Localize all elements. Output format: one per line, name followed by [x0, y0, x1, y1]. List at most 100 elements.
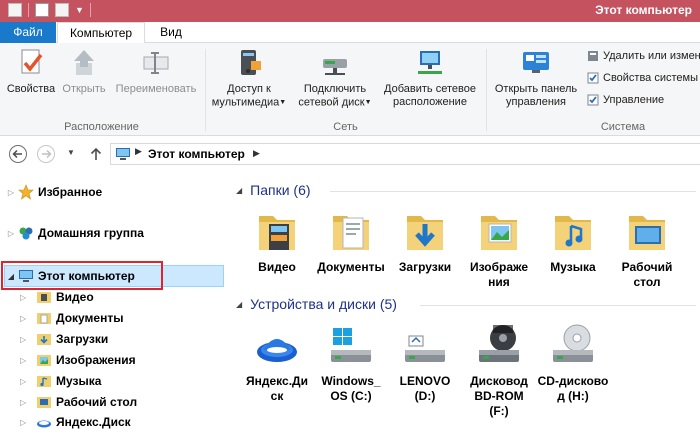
uninstall-label: Удалить или измен	[603, 50, 700, 62]
device-drive-d-label-line2: (D:)	[414, 389, 436, 403]
up-button-icon[interactable]	[86, 144, 106, 164]
group-network-label: Сеть	[333, 121, 358, 133]
device-drive-c[interactable]: Windows_ OS (C:)	[314, 322, 388, 404]
desktop-folder-icon	[37, 397, 51, 408]
title-bar: ▼ Этот компьютер	[0, 0, 700, 22]
nav-item-homegroup[interactable]: ▷ Домашняя группа	[6, 225, 144, 241]
music-folder-icon	[37, 376, 51, 387]
video-folder-icon	[259, 216, 295, 250]
ribbon-divider	[205, 49, 206, 131]
device-bd-rom[interactable]: Дисковод BD-ROM (F:)	[462, 322, 536, 419]
toolbar-divider	[28, 3, 29, 17]
nav-item-documents[interactable]: ▷ Документы	[20, 311, 123, 325]
device-cd-drive[interactable]: CD-дисково д (H:)	[536, 322, 610, 404]
nav-item-desktop[interactable]: ▷ Рабочий стол	[20, 395, 137, 409]
rename-button[interactable]: Переименовать	[112, 47, 200, 96]
expand-icon[interactable]: ▷	[20, 356, 30, 365]
video-folder-icon	[37, 292, 51, 303]
device-drive-d-label: LENOVO	[399, 374, 451, 388]
folder-documents[interactable]: Документы	[314, 208, 388, 275]
folder-downloads-label: Загрузки	[398, 260, 452, 274]
devices-section-header[interactable]: ◢ Устройства и диски (5)	[236, 296, 397, 312]
manage-button[interactable]: Управление	[587, 94, 664, 106]
folders-section-header[interactable]: ◢ Папки (6)	[236, 182, 311, 198]
manage-label: Управление	[603, 94, 665, 106]
breadcrumb-chevron-icon[interactable]: ▶	[253, 148, 260, 159]
device-bd-rom-label: Дисковод	[470, 374, 528, 388]
hard-drive-icon	[405, 335, 445, 362]
folder-downloads[interactable]: Загрузки	[388, 208, 462, 275]
breadcrumb-this-pc[interactable]: Этот компьютер	[148, 147, 245, 161]
expand-icon[interactable]: ▷	[6, 229, 16, 238]
expand-icon[interactable]: ▷	[20, 418, 30, 427]
control-panel-button[interactable]: Открыть панель управления	[488, 47, 584, 109]
forward-button-icon[interactable]	[36, 144, 56, 164]
media-label-line2: мультимедиа	[211, 96, 280, 109]
back-button-icon[interactable]	[8, 144, 28, 164]
control-panel-icon	[523, 52, 549, 73]
ribbon-divider	[486, 49, 487, 131]
folder-desktop[interactable]: Рабочий стол	[610, 208, 684, 290]
network-location-icon	[418, 51, 442, 74]
control-panel-label-line1: Открыть панель	[494, 83, 578, 95]
nav-item-pictures[interactable]: ▷ Изображения	[20, 353, 136, 367]
collapse-icon[interactable]: ◢	[236, 300, 242, 309]
device-yandex-disk[interactable]: Яндекс.Ди ск	[240, 322, 314, 404]
folder-music[interactable]: Музыка	[536, 208, 610, 275]
chevron-down-icon: ▼	[279, 99, 287, 106]
tab-file[interactable]: Файл	[0, 22, 56, 43]
nav-music-label: Музыка	[56, 374, 102, 388]
uninstall-button[interactable]: Удалить или измен	[587, 50, 700, 62]
add-location-label-line1: Добавить сетевое	[384, 83, 476, 95]
expand-icon[interactable]: ▷	[20, 293, 30, 302]
address-bar[interactable]: ▶ Этот компьютер ▶	[110, 143, 700, 165]
media-access-button[interactable]: Доступ к мультимедиа▼	[207, 47, 291, 109]
folder-video[interactable]: Видео	[240, 208, 314, 275]
open-button[interactable]: Открыть	[58, 47, 110, 96]
expand-icon[interactable]: ▷	[20, 377, 30, 386]
collapse-icon[interactable]: ◢	[236, 186, 242, 195]
recent-locations-chevron-icon[interactable]: ▼	[67, 148, 75, 157]
expand-icon[interactable]: ▷	[6, 188, 16, 197]
nav-homegroup-label: Домашняя группа	[38, 226, 144, 240]
pictures-folder-icon	[37, 355, 51, 366]
nav-downloads-label: Загрузки	[56, 332, 109, 346]
nav-item-music[interactable]: ▷ Музыка	[20, 374, 101, 388]
nav-pictures-label: Изображения	[56, 353, 136, 367]
tab-computer[interactable]: Компьютер	[57, 22, 145, 44]
add-network-location-button[interactable]: Добавить сетевое расположение	[379, 47, 481, 109]
rename-icon	[143, 52, 169, 74]
expand-icon[interactable]: ▷	[20, 314, 30, 323]
expand-icon[interactable]: ▷	[20, 398, 30, 407]
nav-item-downloads[interactable]: ▷ Загрузки	[20, 332, 108, 346]
breadcrumb-chevron-icon[interactable]: ▶	[135, 146, 142, 157]
section-divider	[420, 305, 696, 306]
system-properties-button[interactable]: Свойства системы	[587, 72, 698, 84]
folder-documents-label: Документы	[317, 260, 385, 274]
properties-button[interactable]: Свойства	[6, 47, 56, 96]
new-folder-icon[interactable]	[55, 3, 69, 17]
device-cd-drive-label: CD-дисково	[537, 374, 609, 388]
navigation-pane: ▷ Избранное ▷ Домашняя группа ◢ Этот ком…	[0, 172, 230, 435]
group-system-label: Система	[600, 121, 646, 133]
folder-pictures[interactable]: Изображе ния	[462, 208, 536, 290]
customize-toolbar-chevron-icon[interactable]: ▼	[75, 3, 84, 17]
downloads-folder-icon	[37, 334, 51, 345]
nav-item-favorites[interactable]: ▷ Избранное	[6, 184, 102, 200]
media-label-line1: Доступ к	[227, 83, 271, 95]
device-drive-c-label: Windows_	[321, 374, 381, 388]
bd-rom-drive-icon	[479, 325, 519, 362]
open-label: Открыть	[62, 83, 106, 95]
nav-item-video[interactable]: ▷ Видео	[20, 290, 94, 304]
map-network-drive-button[interactable]: Подключить сетевой диск▼	[295, 47, 375, 109]
documents-folder-icon	[37, 313, 51, 324]
nav-item-yandex-disk[interactable]: ▷ Яндекс.Диск	[20, 415, 131, 429]
device-drive-d[interactable]: LENOVO (D:)	[388, 322, 462, 404]
nav-yandex-disk-label: Яндекс.Диск	[56, 415, 131, 429]
tab-view[interactable]: Вид	[148, 22, 194, 43]
rename-label: Переименовать	[115, 83, 197, 95]
expand-icon[interactable]: ▷	[20, 335, 30, 344]
add-location-label-line2: расположение	[393, 96, 467, 108]
device-yandex-disk-label: Яндекс.Ди	[246, 374, 308, 388]
properties-icon[interactable]	[35, 3, 49, 17]
